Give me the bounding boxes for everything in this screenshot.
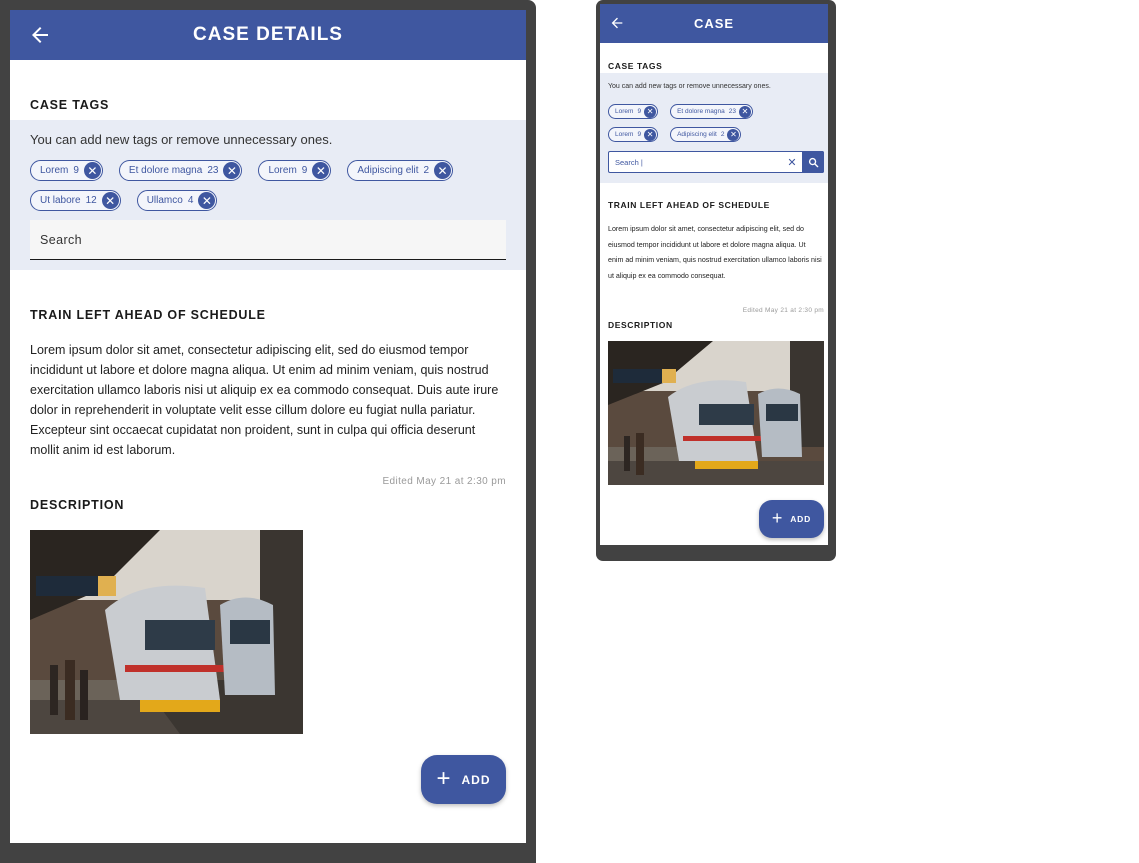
add-button[interactable]: + ADD bbox=[421, 755, 506, 804]
tag-chip[interactable]: Et dolore magna 23 ✕ bbox=[118, 160, 243, 181]
search-input[interactable]: Search | bbox=[609, 158, 782, 167]
search-input[interactable]: Search bbox=[30, 220, 506, 260]
tag-label: Lorem bbox=[268, 165, 297, 176]
tag-label: Lorem bbox=[615, 108, 634, 115]
description-heading: DESCRIPTION bbox=[608, 320, 673, 330]
clear-icon[interactable]: ✕ bbox=[782, 156, 802, 169]
page-title: CASE DETAILS bbox=[193, 24, 343, 45]
tag-row-2: Lorem 9 ✕ Adipiscing elit 2 ✕ bbox=[608, 127, 742, 142]
plus-icon: + bbox=[771, 508, 784, 528]
add-button-label: ADD bbox=[461, 772, 491, 787]
tag-chip[interactable]: Adipiscing elit 2 ✕ bbox=[670, 127, 742, 142]
train-photo bbox=[30, 530, 303, 734]
remove-tag-icon[interactable]: ✕ bbox=[739, 105, 751, 118]
case-body: Lorem ipsum dolor sit amet, consectetur … bbox=[30, 343, 499, 457]
add-button-label: ADD bbox=[790, 514, 812, 524]
remove-tag-icon[interactable]: ✕ bbox=[312, 162, 330, 179]
case-tags-heading: CASE TAGS bbox=[608, 61, 663, 71]
tag-count: 2 bbox=[423, 165, 430, 176]
tag-chip[interactable]: Ut labore 12 ✕ bbox=[30, 190, 121, 211]
remove-tag-icon[interactable]: ✕ bbox=[101, 192, 119, 209]
tag-count: 9 bbox=[73, 165, 79, 176]
plus-icon: + bbox=[436, 764, 452, 792]
tags-panel: You can add new tags or remove unnecessa… bbox=[10, 120, 526, 270]
remove-tag-icon[interactable]: ✕ bbox=[644, 128, 657, 141]
tag-count: 12 bbox=[85, 195, 97, 206]
tag-chip[interactable]: Lorem 9 ✕ bbox=[608, 104, 659, 119]
app-bar: CASE DETAILS bbox=[10, 10, 526, 60]
case-title: TRAIN LEFT AHEAD OF SCHEDULE bbox=[30, 308, 266, 322]
tag-label: Lorem bbox=[615, 131, 634, 138]
case-body: Lorem ipsum dolor sit amet, consectetur … bbox=[608, 225, 822, 280]
tag-chip[interactable]: Lorem 9 ✕ bbox=[258, 160, 332, 181]
remove-tag-icon[interactable]: ✕ bbox=[727, 128, 740, 141]
tag-row-2: Ut labore 12 ✕ Ullamco 4 ✕ bbox=[30, 190, 218, 211]
train-photo bbox=[608, 341, 824, 485]
remove-tag-icon[interactable]: ✕ bbox=[83, 162, 101, 179]
remove-tag-icon[interactable]: ✕ bbox=[644, 105, 657, 118]
tag-label: Et dolore magna bbox=[677, 108, 725, 115]
tag-chip[interactable]: Ullamco 4 ✕ bbox=[136, 190, 218, 211]
tag-chip[interactable]: Adipiscing elit 2 ✕ bbox=[347, 160, 454, 181]
page-title: CASE bbox=[693, 16, 735, 31]
edited-timestamp: Edited May 21 at 2:30 pm bbox=[382, 476, 506, 487]
tag-label: Ullamco bbox=[146, 195, 183, 206]
tag-chip[interactable]: Lorem 9 ✕ bbox=[608, 127, 659, 142]
case-tags-heading: CASE TAGS bbox=[30, 98, 110, 112]
small-screen: CASE CASE TAGS You can add new tags or r… bbox=[600, 4, 828, 545]
tag-row-1: Lorem 9 ✕ Et dolore magna 23 ✕ Lorem 9 ✕… bbox=[30, 160, 454, 181]
tag-count: 9 bbox=[637, 131, 642, 138]
tag-chip[interactable]: Et dolore magna 23 ✕ bbox=[670, 104, 753, 119]
description-heading: DESCRIPTION bbox=[30, 498, 125, 512]
tags-hint: You can add new tags or remove unnecessa… bbox=[30, 132, 333, 147]
tag-count: 9 bbox=[301, 165, 308, 176]
app-bar: CASE bbox=[600, 4, 828, 43]
small-device-frame: CASE CASE TAGS You can add new tags or r… bbox=[596, 0, 836, 561]
tags-panel: You can add new tags or remove unnecessa… bbox=[600, 73, 828, 183]
search-placeholder: Search bbox=[40, 232, 83, 247]
tag-label: Adipiscing elit bbox=[357, 165, 419, 176]
tag-count: 2 bbox=[720, 131, 725, 138]
tag-count: 4 bbox=[187, 195, 194, 206]
search-icon bbox=[808, 157, 818, 167]
tag-row-1: Lorem 9 ✕ Et dolore magna 23 ✕ bbox=[608, 104, 753, 119]
tag-count: 9 bbox=[637, 108, 642, 115]
tag-count: 23 bbox=[728, 108, 736, 115]
tag-label: Lorem bbox=[40, 165, 69, 176]
tag-label: Adipiscing elit bbox=[677, 131, 717, 138]
search-button[interactable] bbox=[802, 151, 824, 173]
remove-tag-icon[interactable]: ✕ bbox=[223, 162, 241, 179]
arrow-left-icon[interactable] bbox=[28, 23, 52, 47]
arrow-left-icon[interactable] bbox=[609, 15, 625, 31]
tag-label: Ut labore bbox=[40, 195, 81, 206]
tag-chip[interactable]: Lorem 9 ✕ bbox=[30, 160, 103, 181]
remove-tag-icon[interactable]: ✕ bbox=[198, 192, 216, 209]
large-device-frame: CASE DETAILS CASE TAGS You can add new t… bbox=[0, 0, 536, 863]
search-field: Search | ✕ bbox=[608, 151, 824, 173]
case-title: TRAIN LEFT AHEAD OF SCHEDULE bbox=[608, 200, 770, 210]
remove-tag-icon[interactable]: ✕ bbox=[434, 162, 452, 179]
tags-hint: You can add new tags or remove unnecessa… bbox=[608, 83, 771, 90]
edited-timestamp: Edited May 21 at 2:30 pm bbox=[742, 307, 824, 314]
add-button[interactable]: + ADD bbox=[759, 500, 824, 538]
tag-label: Et dolore magna bbox=[128, 165, 203, 176]
large-screen: CASE DETAILS CASE TAGS You can add new t… bbox=[10, 10, 526, 843]
tag-count: 23 bbox=[207, 165, 219, 176]
